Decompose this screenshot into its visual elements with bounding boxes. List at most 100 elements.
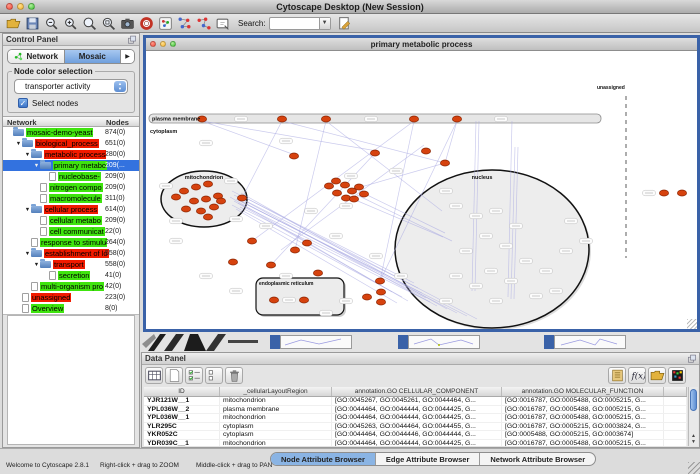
table-row[interactable]: YLR295Ccytoplasm[GO:0045263, GO:0044464,… bbox=[144, 423, 687, 432]
gene-node[interactable] bbox=[677, 190, 686, 196]
table-row[interactable]: YPL036W__1mitochondrion[GO:0044464, GO:0… bbox=[144, 414, 687, 423]
zoom-out-button[interactable] bbox=[42, 15, 61, 32]
gene-node[interactable] bbox=[370, 150, 379, 156]
gene-node[interactable] bbox=[375, 278, 384, 284]
gene-node[interactable] bbox=[289, 153, 298, 159]
disclosure-triangle-icon[interactable]: ▼ bbox=[15, 141, 22, 147]
gene-node[interactable] bbox=[201, 196, 210, 202]
filter-edit-button[interactable] bbox=[335, 15, 354, 32]
float-panel-icon[interactable] bbox=[127, 35, 137, 47]
table-row[interactable]: YDR039C__1mitochondrion[GO:0044464, GO:0… bbox=[144, 440, 687, 447]
gene-node[interactable] bbox=[421, 148, 430, 154]
column-header[interactable]: annotation.GO MOLECULAR_FUNCTION bbox=[502, 387, 664, 396]
column-header[interactable]: annotation.GO CELLULAR_COMPONENT bbox=[332, 387, 502, 396]
gene-node[interactable] bbox=[196, 208, 205, 214]
table-row[interactable]: YKR052Ccytoplasm[GO:0044464, GO:0044446,… bbox=[144, 431, 687, 440]
gene-node[interactable] bbox=[659, 190, 668, 196]
app-resize-grip[interactable] bbox=[688, 462, 700, 474]
birdseye-view[interactable] bbox=[7, 315, 135, 445]
column-header[interactable] bbox=[664, 387, 687, 396]
table-row[interactable]: YPL036W__2plasma membrane[GO:0044464, GO… bbox=[144, 406, 687, 415]
gene-node[interactable] bbox=[203, 214, 212, 220]
tab-edge-attribute-browser[interactable]: Edge Attribute Browser bbox=[376, 453, 480, 465]
disclosure-triangle-icon[interactable]: ▼ bbox=[24, 207, 31, 213]
tree-row-cellular-metabo[interactable]: cellular metabo209(0) bbox=[3, 215, 139, 226]
tree-row-response-to-stimulu[interactable]: response to stimulu264(0) bbox=[3, 237, 139, 248]
zoom-selected-button[interactable] bbox=[80, 15, 99, 32]
gene-node[interactable] bbox=[181, 206, 190, 212]
minimized-window-thumbnail[interactable] bbox=[544, 335, 626, 349]
background-network-fragment[interactable] bbox=[140, 332, 260, 352]
network-red-button[interactable] bbox=[194, 15, 213, 32]
tab-node-attribute-browser[interactable]: Node Attribute Browser bbox=[271, 453, 376, 465]
tree-row-cellular-process[interactable]: ▼cellular process614(0) bbox=[3, 204, 139, 215]
attribute-matrix-button[interactable] bbox=[668, 367, 686, 384]
tab-network[interactable]: Network bbox=[8, 50, 65, 63]
gene-node[interactable] bbox=[349, 196, 358, 202]
gene-node[interactable] bbox=[331, 178, 340, 184]
tree-row-metabolic-process[interactable]: ▼metabolic process280(0) bbox=[3, 149, 139, 160]
save-button[interactable] bbox=[23, 15, 42, 32]
delete-attribute-button[interactable] bbox=[225, 367, 243, 384]
gene-node[interactable] bbox=[247, 238, 256, 244]
gene-node[interactable] bbox=[269, 297, 278, 303]
tree-row-primary-metabo[interactable]: ▼primary metabo209(... bbox=[3, 160, 139, 171]
import-attributes-button[interactable] bbox=[648, 367, 666, 384]
gene-node[interactable] bbox=[302, 240, 311, 246]
help-ring-button[interactable] bbox=[137, 15, 156, 32]
tree-row-multi-organism-pro[interactable]: multi-organism pro42(0) bbox=[3, 281, 139, 292]
network-blue-button[interactable] bbox=[175, 15, 194, 32]
gene-node[interactable] bbox=[440, 160, 449, 166]
gene-node[interactable] bbox=[376, 289, 385, 295]
network-view-titlebar[interactable]: primary metabolic process bbox=[146, 38, 697, 51]
table-scrollbar[interactable]: ▲▼ bbox=[688, 387, 698, 446]
network-graph[interactable]: plasma membranecytoplasmmitochondrionnuc… bbox=[146, 51, 697, 329]
minimized-window-thumbnail[interactable] bbox=[270, 335, 352, 349]
gene-node[interactable] bbox=[340, 182, 349, 188]
gene-node[interactable] bbox=[228, 259, 237, 265]
disclosure-triangle-icon[interactable]: ▼ bbox=[33, 163, 40, 169]
column-header[interactable]: ID bbox=[144, 387, 220, 396]
gene-node[interactable] bbox=[266, 262, 275, 268]
gene-node[interactable] bbox=[290, 247, 299, 253]
gene-node[interactable] bbox=[321, 116, 330, 122]
zoom-in-button[interactable] bbox=[61, 15, 80, 32]
tree-row-nitrogen-compo[interactable]: nitrogen compo209(0) bbox=[3, 182, 139, 193]
scrollbar-thumb[interactable] bbox=[690, 389, 697, 411]
new-attribute-button[interactable] bbox=[165, 367, 183, 384]
table-row[interactable]: YJR121W__1mitochondrion[GO:0045267, GO:0… bbox=[144, 397, 687, 406]
gene-node[interactable] bbox=[324, 183, 333, 189]
select-attributes-button[interactable] bbox=[185, 367, 203, 384]
network-box-button[interactable] bbox=[156, 15, 175, 32]
gene-node[interactable] bbox=[191, 184, 200, 190]
tree-row-unassigned[interactable]: unassigned223(0) bbox=[3, 292, 139, 303]
tree-row-nucleobase-[interactable]: nucleobase-209(0) bbox=[3, 171, 139, 182]
gene-node[interactable] bbox=[359, 191, 368, 197]
gene-node[interactable] bbox=[179, 188, 188, 194]
gene-node[interactable] bbox=[209, 204, 218, 210]
gene-node[interactable] bbox=[332, 190, 341, 196]
disclosure-triangle-icon[interactable]: ▼ bbox=[33, 262, 40, 268]
gene-node[interactable] bbox=[189, 198, 198, 204]
annotation-button[interactable] bbox=[213, 15, 232, 32]
gene-node[interactable] bbox=[313, 270, 322, 276]
tree-row-mosaic-demo-yeast[interactable]: mosaic-demo-yeast874(0) bbox=[3, 127, 139, 138]
gene-node[interactable] bbox=[362, 294, 371, 300]
tree-row-biological-process[interactable]: ▼biological_process651(0) bbox=[3, 138, 139, 149]
disclosure-triangle-icon[interactable]: ▼ bbox=[24, 152, 31, 158]
gene-node[interactable] bbox=[216, 198, 225, 204]
gene-node[interactable] bbox=[237, 195, 246, 201]
view-resize-grip[interactable] bbox=[687, 319, 697, 329]
tree-row-cell-communicat[interactable]: cell communicat22(0) bbox=[3, 226, 139, 237]
gene-node[interactable] bbox=[409, 116, 418, 122]
scrollbar-arrows-icon[interactable]: ▲▼ bbox=[689, 433, 698, 445]
tree-row-secretion[interactable]: secretion41(0) bbox=[3, 270, 139, 281]
gene-node[interactable] bbox=[277, 116, 286, 122]
tab-mosaic[interactable]: Mosaic bbox=[65, 50, 122, 63]
gene-node[interactable] bbox=[452, 116, 461, 122]
tab-network-attribute-browser[interactable]: Network Attribute Browser bbox=[480, 453, 595, 465]
search-input[interactable]: ▼ bbox=[269, 17, 331, 30]
attribute-batch-button[interactable] bbox=[608, 367, 626, 384]
open-folder-button[interactable] bbox=[4, 15, 23, 32]
network-canvas[interactable]: plasma membranecytoplasmmitochondrionnuc… bbox=[146, 51, 697, 329]
